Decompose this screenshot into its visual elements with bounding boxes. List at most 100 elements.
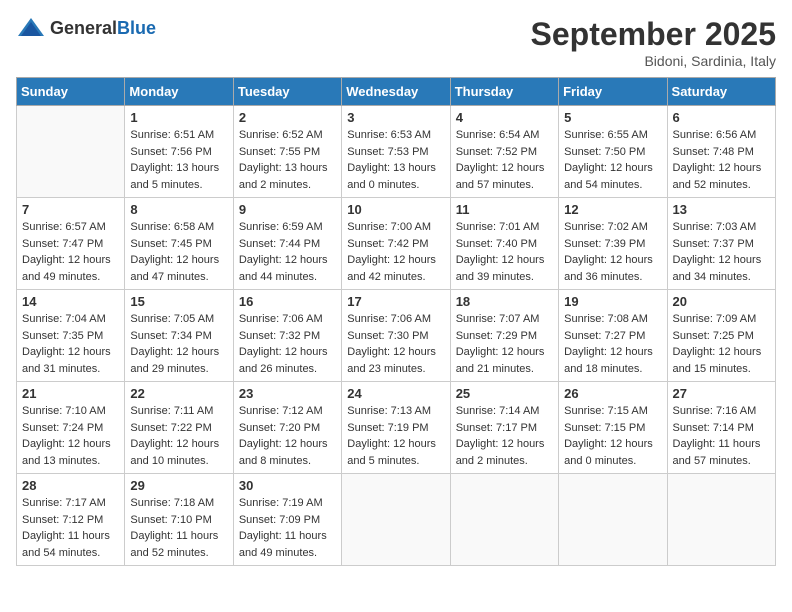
day-info: Sunrise: 7:09 AMSunset: 7:25 PMDaylight:… (673, 311, 770, 377)
logo-icon (16, 16, 46, 40)
day-info: Sunrise: 7:13 AMSunset: 7:19 PMDaylight:… (347, 403, 444, 469)
header-cell-wednesday: Wednesday (342, 78, 450, 106)
day-cell: 7 Sunrise: 6:57 AMSunset: 7:47 PMDaylight… (17, 198, 125, 290)
logo: GeneralBlue (16, 16, 156, 40)
day-cell: 13Sunrise: 7:03 AMSunset: 7:37 PMDayligh… (667, 198, 775, 290)
day-info: Sunrise: 7:08 AMSunset: 7:27 PMDaylight:… (564, 311, 661, 377)
day-info: Sunrise: 7:04 AMSunset: 7:35 PMDaylight:… (22, 311, 119, 377)
header-cell-tuesday: Tuesday (233, 78, 341, 106)
day-cell: 11Sunrise: 7:01 AMSunset: 7:40 PMDayligh… (450, 198, 558, 290)
day-number: 24 (347, 386, 444, 401)
day-number: 1 (130, 110, 227, 125)
location: Bidoni, Sardinia, Italy (531, 53, 776, 69)
day-cell (450, 474, 558, 566)
day-number: 13 (673, 202, 770, 217)
day-info: Sunrise: 6:56 AMSunset: 7:48 PMDaylight:… (673, 127, 770, 193)
day-number: 21 (22, 386, 119, 401)
day-info: Sunrise: 7:19 AMSunset: 7:09 PMDaylight:… (239, 495, 336, 561)
day-info: Sunrise: 7:05 AMSunset: 7:34 PMDaylight:… (130, 311, 227, 377)
day-number: 7 (22, 202, 119, 217)
week-row-4: 21 Sunrise: 7:10 AMSunset: 7:24 PMDayligh… (17, 382, 776, 474)
day-number: 3 (347, 110, 444, 125)
day-cell (559, 474, 667, 566)
day-info: Sunrise: 6:53 AMSunset: 7:53 PMDaylight:… (347, 127, 444, 193)
day-info: Sunrise: 6:57 AMSunset: 7:47 PMDaylight:… (22, 219, 119, 285)
day-cell: 1 Sunrise: 6:51 AMSunset: 7:56 PMDaylight… (125, 106, 233, 198)
header-cell-saturday: Saturday (667, 78, 775, 106)
day-cell: 28 Sunrise: 7:17 AMSunset: 7:12 PMDayligh… (17, 474, 125, 566)
day-info: Sunrise: 7:18 AMSunset: 7:10 PMDaylight:… (130, 495, 227, 561)
day-cell: 9Sunrise: 6:59 AMSunset: 7:44 PMDaylight… (233, 198, 341, 290)
day-number: 8 (130, 202, 227, 217)
day-number: 26 (564, 386, 661, 401)
logo-general: General (50, 18, 117, 38)
day-cell: 14Sunrise: 7:04 AMSunset: 7:35 PMDayligh… (17, 290, 125, 382)
day-number: 15 (130, 294, 227, 309)
day-number: 6 (673, 110, 770, 125)
day-cell: 29 Sunrise: 7:18 AMSunset: 7:10 PMDayligh… (125, 474, 233, 566)
week-row-2: 7 Sunrise: 6:57 AMSunset: 7:47 PMDaylight… (17, 198, 776, 290)
day-cell: 12 Sunrise: 7:02 AMSunset: 7:39 PMDayligh… (559, 198, 667, 290)
day-cell: 10Sunrise: 7:00 AMSunset: 7:42 PMDayligh… (342, 198, 450, 290)
day-number: 19 (564, 294, 661, 309)
day-number: 2 (239, 110, 336, 125)
day-info: Sunrise: 6:55 AMSunset: 7:50 PMDaylight:… (564, 127, 661, 193)
day-number: 23 (239, 386, 336, 401)
logo-blue: Blue (117, 18, 156, 38)
day-info: Sunrise: 7:17 AMSunset: 7:12 PMDaylight:… (22, 495, 119, 561)
day-number: 11 (456, 202, 553, 217)
title-block: September 2025 Bidoni, Sardinia, Italy (531, 16, 776, 69)
day-cell: 17 Sunrise: 7:06 AMSunset: 7:30 PMDayligh… (342, 290, 450, 382)
day-cell (17, 106, 125, 198)
day-cell (667, 474, 775, 566)
week-row-5: 28 Sunrise: 7:17 AMSunset: 7:12 PMDayligh… (17, 474, 776, 566)
day-number: 20 (673, 294, 770, 309)
day-cell: 3 Sunrise: 6:53 AMSunset: 7:53 PMDaylight… (342, 106, 450, 198)
day-cell: 24 Sunrise: 7:13 AMSunset: 7:19 PMDayligh… (342, 382, 450, 474)
day-cell: 4Sunrise: 6:54 AMSunset: 7:52 PMDaylight… (450, 106, 558, 198)
day-number: 16 (239, 294, 336, 309)
day-cell: 8 Sunrise: 6:58 AMSunset: 7:45 PMDaylight… (125, 198, 233, 290)
day-info: Sunrise: 7:15 AMSunset: 7:15 PMDaylight:… (564, 403, 661, 469)
day-info: Sunrise: 7:10 AMSunset: 7:24 PMDaylight:… (22, 403, 119, 469)
logo-text: GeneralBlue (50, 18, 156, 39)
header-cell-friday: Friday (559, 78, 667, 106)
day-number: 9 (239, 202, 336, 217)
day-number: 12 (564, 202, 661, 217)
week-row-3: 14Sunrise: 7:04 AMSunset: 7:35 PMDayligh… (17, 290, 776, 382)
day-number: 29 (130, 478, 227, 493)
day-cell (342, 474, 450, 566)
day-cell: 30 Sunrise: 7:19 AMSunset: 7:09 PMDayligh… (233, 474, 341, 566)
day-info: Sunrise: 7:06 AMSunset: 7:32 PMDaylight:… (239, 311, 336, 377)
day-info: Sunrise: 7:12 AMSunset: 7:20 PMDaylight:… (239, 403, 336, 469)
day-info: Sunrise: 7:14 AMSunset: 7:17 PMDaylight:… (456, 403, 553, 469)
day-cell: 5 Sunrise: 6:55 AMSunset: 7:50 PMDaylight… (559, 106, 667, 198)
day-info: Sunrise: 6:51 AMSunset: 7:56 PMDaylight:… (130, 127, 227, 193)
day-number: 17 (347, 294, 444, 309)
day-info: Sunrise: 7:06 AMSunset: 7:30 PMDaylight:… (347, 311, 444, 377)
day-number: 28 (22, 478, 119, 493)
calendar-table: SundayMondayTuesdayWednesdayThursdayFrid… (16, 77, 776, 566)
day-cell: 15 Sunrise: 7:05 AMSunset: 7:34 PMDayligh… (125, 290, 233, 382)
day-cell: 26 Sunrise: 7:15 AMSunset: 7:15 PMDayligh… (559, 382, 667, 474)
day-number: 5 (564, 110, 661, 125)
day-info: Sunrise: 6:52 AMSunset: 7:55 PMDaylight:… (239, 127, 336, 193)
day-number: 22 (130, 386, 227, 401)
day-cell: 20 Sunrise: 7:09 AMSunset: 7:25 PMDayligh… (667, 290, 775, 382)
day-number: 18 (456, 294, 553, 309)
day-cell: 2 Sunrise: 6:52 AMSunset: 7:55 PMDaylight… (233, 106, 341, 198)
day-number: 27 (673, 386, 770, 401)
day-cell: 19 Sunrise: 7:08 AMSunset: 7:27 PMDayligh… (559, 290, 667, 382)
week-row-1: 1 Sunrise: 6:51 AMSunset: 7:56 PMDaylight… (17, 106, 776, 198)
day-info: Sunrise: 7:02 AMSunset: 7:39 PMDaylight:… (564, 219, 661, 285)
day-cell: 27Sunrise: 7:16 AMSunset: 7:14 PMDayligh… (667, 382, 775, 474)
day-cell: 18 Sunrise: 7:07 AMSunset: 7:29 PMDayligh… (450, 290, 558, 382)
day-number: 30 (239, 478, 336, 493)
page-header: GeneralBlue September 2025 Bidoni, Sardi… (16, 16, 776, 69)
day-cell: 22Sunrise: 7:11 AMSunset: 7:22 PMDayligh… (125, 382, 233, 474)
day-number: 10 (347, 202, 444, 217)
day-info: Sunrise: 7:07 AMSunset: 7:29 PMDaylight:… (456, 311, 553, 377)
header-cell-monday: Monday (125, 78, 233, 106)
day-info: Sunrise: 6:58 AMSunset: 7:45 PMDaylight:… (130, 219, 227, 285)
day-cell: 21 Sunrise: 7:10 AMSunset: 7:24 PMDayligh… (17, 382, 125, 474)
